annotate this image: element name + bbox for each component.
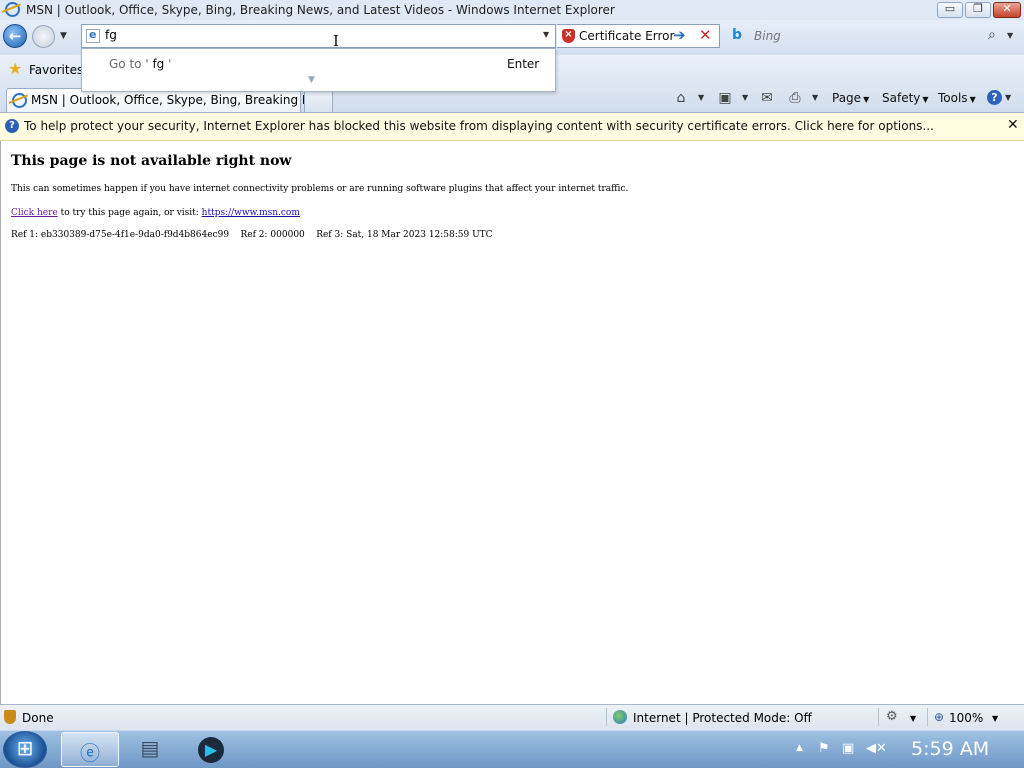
protected-mode-icon[interactable]: ⚙ bbox=[886, 709, 898, 724]
history-dropdown-icon[interactable]: ▼ bbox=[60, 31, 67, 41]
info-bar-message[interactable]: To help protect your security, Internet … bbox=[24, 119, 934, 133]
retry-link[interactable]: Click here bbox=[11, 208, 58, 218]
page-heading: This page is not available right now bbox=[11, 153, 292, 169]
search-options-dropdown-icon[interactable]: ▼ bbox=[1007, 31, 1013, 40]
favorites-star-icon: ★ bbox=[8, 59, 23, 78]
page-content: This page is not available right now Thi… bbox=[0, 141, 1024, 704]
restore-icon: ❐ bbox=[973, 2, 983, 15]
tools-menu[interactable]: Tools ▼ bbox=[938, 91, 976, 109]
address-suggestion-dropdown: Go to ' fg ' Enter ▼ bbox=[81, 48, 556, 92]
new-tab-button[interactable] bbox=[304, 90, 333, 112]
info-bar-close-icon[interactable]: ✕ bbox=[1007, 117, 1019, 133]
favorites-label: Favorites bbox=[29, 63, 84, 77]
goto-query: fg bbox=[148, 57, 169, 71]
tab-title: MSN | Outlook, Office, Skype, Bing, Brea… bbox=[31, 93, 330, 107]
protected-mode-dropdown-icon[interactable]: ▼ bbox=[910, 714, 916, 723]
goto-suggestion[interactable]: Go to ' fg ' bbox=[109, 57, 171, 71]
status-text: Done bbox=[22, 711, 54, 725]
zoom-level[interactable]: 100% bbox=[949, 711, 983, 725]
certificate-error-label[interactable]: Certificate Error bbox=[579, 29, 674, 43]
page-menu-label: Page bbox=[832, 91, 862, 105]
network-icon[interactable]: ▣ bbox=[842, 741, 854, 756]
page-icon bbox=[86, 28, 100, 43]
minimize-icon: ▭ bbox=[944, 2, 956, 15]
restore-button[interactable]: ❐ bbox=[965, 2, 991, 18]
taskbar-internet-explorer[interactable]: ⓔ bbox=[61, 732, 119, 767]
safety-menu-label: Safety bbox=[882, 91, 921, 105]
retry-line: Click here to try this page again, or vi… bbox=[11, 208, 300, 218]
forward-button[interactable] bbox=[32, 25, 55, 48]
globe-icon bbox=[613, 710, 627, 724]
help-dropdown-icon[interactable]: ▼ bbox=[1005, 93, 1011, 102]
back-button[interactable]: ← bbox=[3, 24, 27, 48]
print-icon[interactable]: ⎙ bbox=[787, 90, 803, 106]
security-zone[interactable]: Internet | Protected Mode: Off bbox=[633, 711, 812, 725]
address-dropdown-icon[interactable]: ▼ bbox=[543, 30, 549, 39]
taskbar-media-player[interactable]: ▶ bbox=[182, 732, 240, 767]
info-icon: ? bbox=[5, 119, 19, 133]
certificate-error-area: × Certificate Error ➔ ✕ bbox=[557, 24, 720, 48]
goto-suffix: ' bbox=[168, 57, 172, 71]
action-center-flag-icon[interactable]: ⚑ bbox=[818, 741, 830, 756]
start-orb-icon: ⊞ bbox=[16, 736, 34, 760]
start-button[interactable]: ⊞ bbox=[3, 731, 47, 768]
expand-suggestions-icon[interactable]: ▼ bbox=[308, 75, 315, 85]
status-bar: Done Internet | Protected Mode: Off ⚙ ▼ … bbox=[0, 704, 1024, 730]
search-box: b ⌕ ▼ bbox=[723, 24, 1019, 48]
security-info-bar[interactable]: ? To help protect your security, Interne… bbox=[0, 113, 1024, 141]
address-bar[interactable]: ▼ bbox=[81, 24, 556, 48]
cert-error-shield-icon[interactable]: × bbox=[562, 29, 575, 43]
tools-menu-label: Tools bbox=[938, 91, 968, 105]
zoom-icon[interactable]: ⊕ bbox=[934, 710, 944, 724]
goto-prefix: Go to ' bbox=[109, 57, 149, 71]
mail-icon[interactable]: ✉ bbox=[759, 90, 775, 106]
feeds-icon[interactable]: ▣ bbox=[717, 90, 733, 106]
taskbar: ⊞ ⓔ ▤ ▶ ▲ ⚑ ▣ ◀✕ 5:59 AM bbox=[0, 730, 1024, 768]
status-separator bbox=[927, 708, 928, 726]
volume-muted-icon[interactable]: ◀✕ bbox=[866, 741, 887, 756]
folder-icon: ▤ bbox=[140, 736, 160, 760]
error-description: This can sometimes happen if you have in… bbox=[11, 184, 629, 194]
feeds-dropdown-icon[interactable]: ▼ bbox=[742, 93, 748, 102]
search-input[interactable] bbox=[754, 29, 954, 43]
taskbar-file-explorer[interactable]: ▤ bbox=[121, 732, 179, 767]
enter-hint: Enter bbox=[507, 57, 540, 71]
clock[interactable]: 5:59 AM bbox=[911, 738, 989, 760]
reference-line: Ref 1: eb330389-d75e-4f1e-9da0-f9d4b864e… bbox=[11, 230, 493, 240]
ie-icon bbox=[12, 93, 27, 108]
msn-link[interactable]: https://www.msn.com bbox=[202, 208, 300, 218]
stop-icon[interactable]: ✕ bbox=[699, 26, 712, 44]
ie-taskbar-icon: ⓔ bbox=[80, 741, 100, 765]
print-dropdown-icon[interactable]: ▼ bbox=[812, 93, 818, 102]
go-arrow-icon[interactable]: ➔ bbox=[673, 26, 686, 44]
media-player-icon: ▶ bbox=[182, 736, 240, 763]
safety-menu[interactable]: Safety ▼ bbox=[882, 91, 929, 109]
zoom-dropdown-icon[interactable]: ▼ bbox=[992, 714, 998, 723]
address-input[interactable] bbox=[105, 28, 485, 42]
minimize-button[interactable]: ▭ bbox=[937, 2, 963, 18]
window-title: MSN | Outlook, Office, Skype, Bing, Brea… bbox=[26, 3, 615, 17]
status-separator bbox=[878, 708, 879, 726]
status-shield-icon bbox=[4, 710, 16, 724]
home-dropdown-icon[interactable]: ▼ bbox=[698, 93, 704, 102]
help-icon[interactable]: ? bbox=[987, 90, 1002, 105]
retry-text: to try this page again, or visit: bbox=[57, 208, 202, 218]
show-hidden-icons-icon[interactable]: ▲ bbox=[796, 743, 803, 753]
close-button[interactable]: ✕ bbox=[993, 2, 1021, 18]
home-icon[interactable]: ⌂ bbox=[673, 90, 689, 106]
title-bar: MSN | Outlook, Office, Skype, Bing, Brea… bbox=[0, 0, 1024, 20]
bing-icon: b bbox=[732, 27, 743, 43]
page-menu[interactable]: Page ▼ bbox=[832, 91, 869, 109]
close-icon: ✕ bbox=[1002, 2, 1012, 15]
ie-icon bbox=[5, 2, 20, 17]
back-arrow-icon: ← bbox=[8, 27, 22, 45]
search-icon[interactable]: ⌕ bbox=[988, 27, 996, 43]
status-separator bbox=[606, 708, 607, 726]
